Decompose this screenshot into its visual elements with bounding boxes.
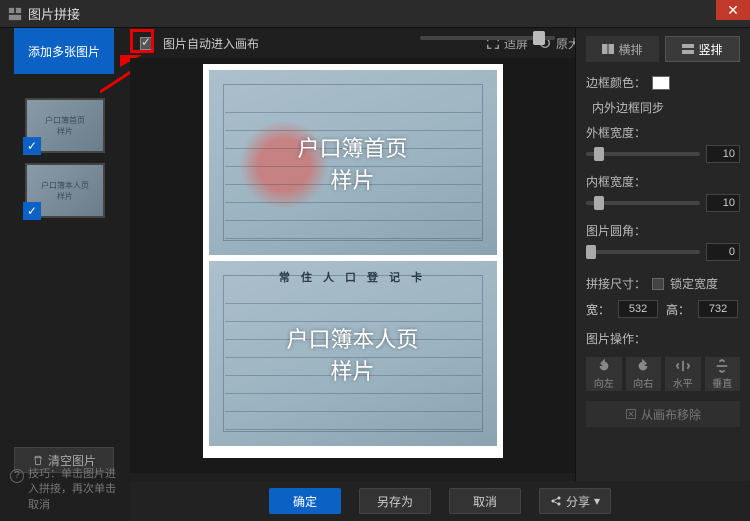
inner-width-input[interactable] — [706, 194, 740, 212]
inner-width-label: 内框宽度： — [586, 173, 740, 190]
cancel-button[interactable]: 取消 — [449, 488, 521, 514]
vertical-icon — [682, 44, 694, 54]
tip-text: ? 技巧：单击图片进入拼接，再次单击取消 — [10, 467, 120, 513]
chevron-down-icon: ▾ — [594, 494, 600, 508]
size-label: 拼接尺寸： — [586, 275, 646, 292]
check-icon: ✓ — [23, 202, 41, 220]
outer-width-slider[interactable] — [586, 152, 700, 156]
height-input[interactable] — [698, 300, 738, 318]
zoom-slider[interactable] — [420, 36, 555, 40]
rotate-left-button[interactable]: 向左 — [586, 357, 622, 391]
thumbnail-1[interactable]: 户口簿首页 样片 ✓ — [25, 98, 105, 153]
close-button[interactable]: ✕ — [716, 0, 750, 20]
rotate-right-button[interactable]: 向右 — [626, 357, 662, 391]
canvas-image-2[interactable]: 常 住 人 口 登 记 卡 户口簿本人页 样片 — [209, 261, 497, 446]
inner-width-slider[interactable] — [586, 201, 700, 205]
flip-vertical-button[interactable]: 垂直 — [705, 357, 741, 391]
auto-canvas-label: 图片自动进入画布 — [163, 35, 259, 52]
flip-horizontal-button[interactable]: 水平 — [665, 357, 701, 391]
check-icon: ✓ — [23, 137, 41, 155]
outer-width-input[interactable] — [706, 145, 740, 163]
remove-from-canvas-button[interactable]: 从画布移除 — [586, 401, 740, 427]
radius-label: 图片圆角： — [586, 222, 740, 239]
auto-canvas-checkbox[interactable] — [140, 37, 153, 50]
border-color-swatch[interactable] — [652, 76, 670, 90]
save-as-button[interactable]: 另存为 — [359, 488, 431, 514]
tab-horizontal[interactable]: 横排 — [586, 36, 659, 62]
tab-vertical[interactable]: 竖排 — [665, 36, 740, 62]
radius-input[interactable] — [706, 243, 740, 261]
lock-width-checkbox[interactable] — [652, 278, 664, 290]
share-button[interactable]: 分享 ▾ — [539, 488, 611, 514]
outer-width-label: 外框宽度： — [586, 124, 740, 141]
border-color-label: 边框颜色： — [586, 74, 646, 91]
canvas[interactable]: 户口簿首页 样片 常 住 人 口 登 记 卡 户口簿本人页 样片 — [130, 58, 575, 473]
ops-label: 图片操作： — [586, 330, 740, 347]
thumbnail-2[interactable]: 户口簿本人页 样片 ✓ — [25, 163, 105, 218]
app-icon — [8, 7, 22, 21]
width-input[interactable] — [618, 300, 658, 318]
help-icon: ? — [10, 469, 24, 483]
radius-slider[interactable] — [586, 250, 700, 254]
window-title: 图片拼接 — [28, 4, 80, 23]
horizontal-icon — [602, 44, 614, 54]
add-images-button[interactable]: 添加多张图片 — [14, 28, 114, 74]
ok-button[interactable]: 确定 — [269, 488, 341, 514]
canvas-image-1[interactable]: 户口簿首页 样片 — [209, 70, 497, 255]
